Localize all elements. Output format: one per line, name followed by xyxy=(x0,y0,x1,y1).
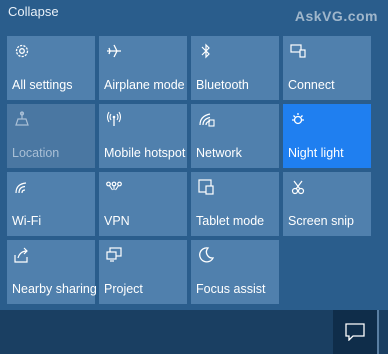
action-center-button[interactable] xyxy=(333,310,377,354)
tile-label: Mobile hotspot xyxy=(104,146,186,160)
collapse-link[interactable]: Collapse xyxy=(8,4,59,19)
tile-focus-assist[interactable]: Focus assist xyxy=(191,240,279,304)
night-light-icon xyxy=(289,110,307,128)
tile-label: Screen snip xyxy=(288,214,355,228)
tile-mobile-hotspot[interactable]: Mobile hotspot xyxy=(99,104,187,168)
tile-label: All settings xyxy=(12,78,73,92)
tile-connect[interactable]: Connect xyxy=(283,36,371,100)
tile-label: Airplane mode xyxy=(104,78,185,92)
project-icon xyxy=(105,246,123,264)
taskbar xyxy=(0,310,388,354)
tile-label: Connect xyxy=(288,78,335,92)
tile-label: Bluetooth xyxy=(196,78,249,92)
nearby-sharing-icon xyxy=(13,246,31,264)
connect-icon xyxy=(289,42,307,60)
vpn-icon xyxy=(105,178,123,196)
screen-snip-icon xyxy=(289,178,307,196)
action-center-panel: Collapse AskVG.com All settings Airplane… xyxy=(0,0,388,310)
tile-label: Tablet mode xyxy=(196,214,265,228)
wifi-icon xyxy=(13,178,31,196)
tile-airplane-mode[interactable]: Airplane mode xyxy=(99,36,187,100)
tile-nearby-sharing[interactable]: Nearby sharing xyxy=(7,240,97,304)
taskbar-edge xyxy=(377,310,379,354)
airplane-icon xyxy=(105,42,123,60)
hotspot-icon xyxy=(105,110,123,128)
tablet-mode-icon xyxy=(197,178,215,196)
tile-location[interactable]: Location xyxy=(7,104,95,168)
tile-tablet-mode[interactable]: Tablet mode xyxy=(191,172,279,236)
tile-night-light[interactable]: Night light xyxy=(283,104,371,168)
tile-bluetooth[interactable]: Bluetooth xyxy=(191,36,279,100)
tile-label: Network xyxy=(196,146,242,160)
watermark: AskVG.com xyxy=(294,8,378,24)
tile-all-settings[interactable]: All settings xyxy=(7,36,95,100)
tile-label: Wi-Fi xyxy=(12,214,42,228)
tile-label: Focus assist xyxy=(196,282,266,296)
tile-label: Location xyxy=(12,146,60,160)
gear-icon xyxy=(13,42,31,60)
tile-screen-snip[interactable]: Screen snip xyxy=(283,172,371,236)
tile-label: Project xyxy=(104,282,143,296)
location-icon xyxy=(13,110,31,128)
bluetooth-icon xyxy=(197,42,215,60)
tile-vpn[interactable]: VPN xyxy=(99,172,187,236)
moon-icon xyxy=(197,246,215,264)
tile-network[interactable]: Network xyxy=(191,104,279,168)
tile-label: VPN xyxy=(104,214,130,228)
tile-label: Nearby sharing xyxy=(12,282,97,296)
tile-label: Night light xyxy=(288,146,344,160)
tile-project[interactable]: Project xyxy=(99,240,187,304)
network-icon xyxy=(197,110,215,128)
tile-wi-fi[interactable]: Wi-Fi xyxy=(7,172,95,236)
action-center-icon xyxy=(345,323,365,341)
